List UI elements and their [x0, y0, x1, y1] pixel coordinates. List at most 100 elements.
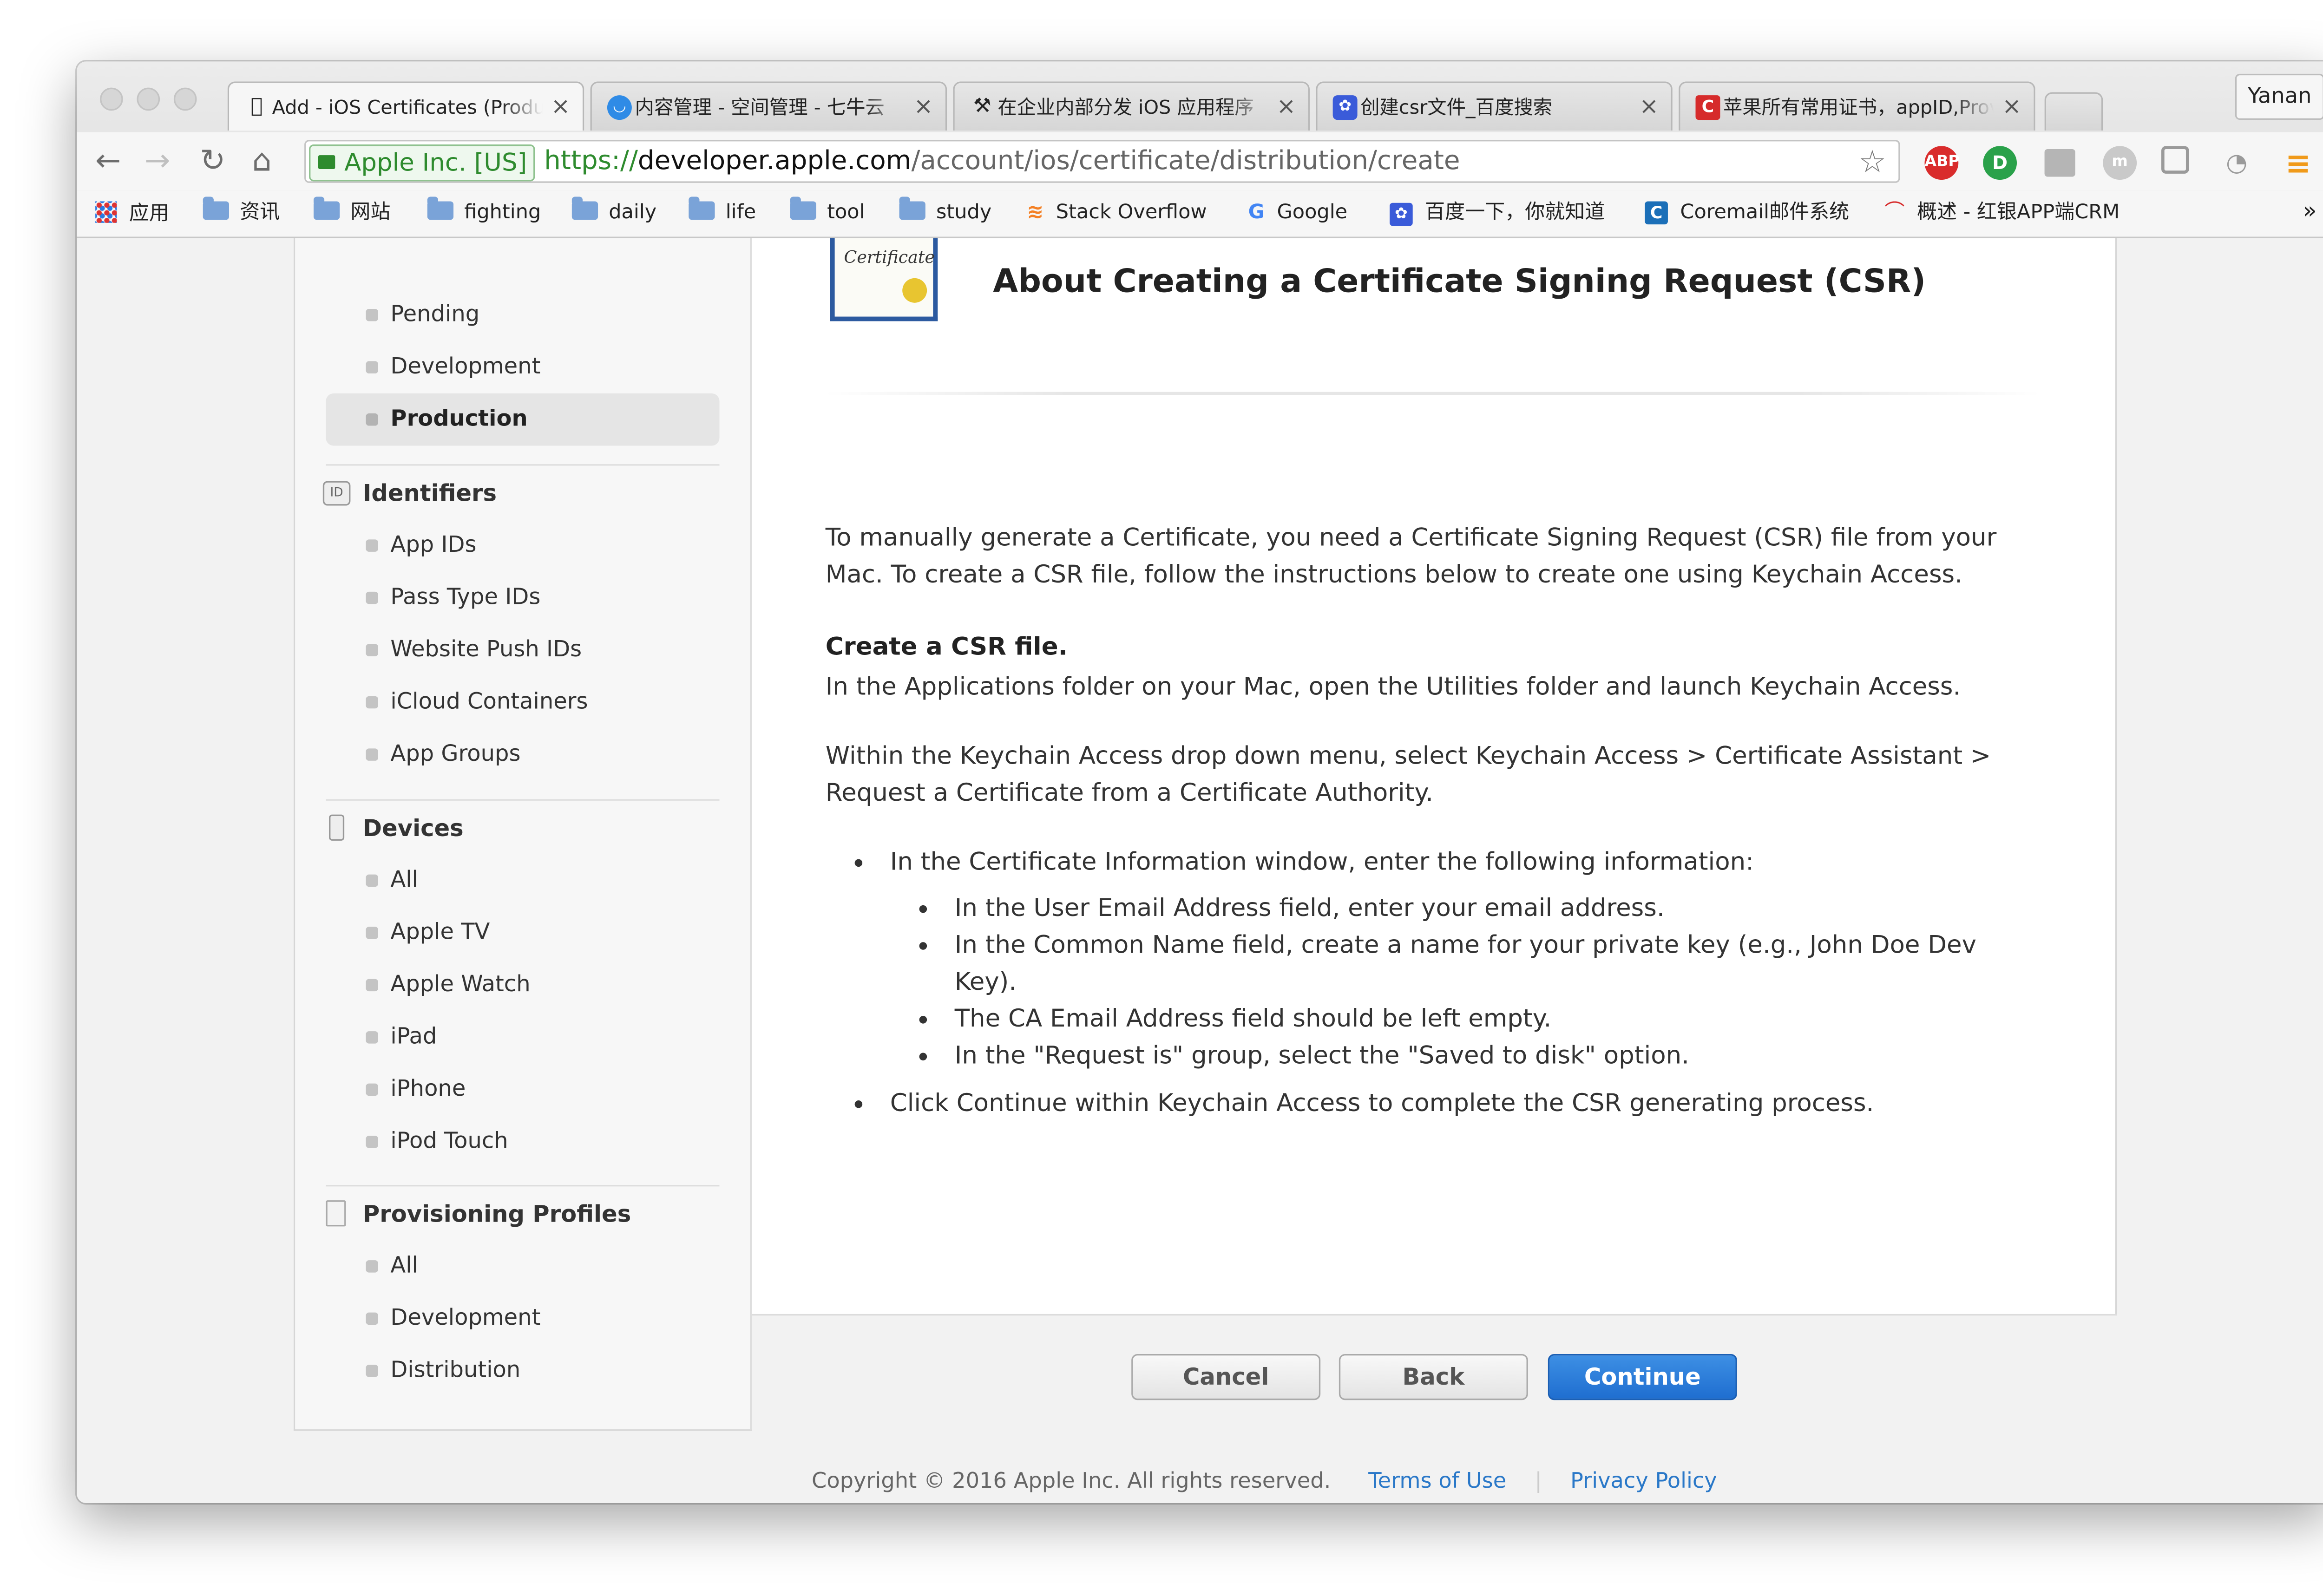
terms-of-use-link[interactable]: Terms of Use	[1368, 1469, 1506, 1494]
tab-title: 苹果所有常用证书，appID,Provisioning	[1723, 95, 1994, 118]
bullet-icon	[366, 1031, 378, 1044]
forward-arrow-icon[interactable]: →	[144, 144, 170, 175]
folder-icon	[427, 196, 454, 220]
section-title-devices: Devices	[362, 814, 464, 843]
bookmark-label: 网站	[350, 201, 391, 225]
browser-toolbar: ← → ↻ ⌂ Apple Inc. [US] https://develope…	[77, 132, 2323, 191]
sidebar-item-app-groups[interactable]: App Groups	[390, 741, 520, 769]
bookmark-folder-tool[interactable]: tool	[790, 196, 865, 226]
close-tab-icon[interactable]: ×	[2002, 94, 2021, 118]
bookmark-crm[interactable]: ⌒ 概述 - 红银APP端CRM	[1884, 201, 2155, 226]
sidebar-item-pass-type-ids[interactable]: Pass Type IDs	[390, 584, 540, 612]
bullet-icon	[366, 1365, 378, 1377]
extension-d-icon[interactable]: D	[1983, 146, 2017, 180]
device-phone-icon	[329, 814, 345, 841]
bookmark-folder-study[interactable]: study	[899, 196, 991, 226]
sidebar-item-app-ids[interactable]: App IDs	[390, 532, 476, 560]
folder-icon	[689, 196, 715, 220]
divider	[326, 464, 720, 466]
url-host: developer.apple.com	[637, 146, 912, 177]
back-arrow-icon[interactable]: ←	[95, 144, 121, 175]
back-button[interactable]: Back	[1339, 1354, 1528, 1400]
bookmark-folder-fighting[interactable]: fighting	[427, 196, 541, 226]
adblock-icon[interactable]: ABP	[1924, 146, 1960, 180]
bookmark-folder-life[interactable]: life	[689, 196, 756, 226]
apps-grid-icon	[95, 201, 117, 223]
secure-label: Apple Inc. [US]	[344, 147, 527, 177]
tab-csdn-certificates[interactable]: C 苹果所有常用证书，appID,Provisioning ×	[1679, 81, 2035, 131]
bookmark-label: 应用	[129, 203, 170, 226]
sidebar-item-website-push-ids[interactable]: Website Push IDs	[390, 636, 582, 664]
close-tab-icon[interactable]: ×	[1639, 94, 1659, 118]
zoom-window-button[interactable]	[173, 87, 197, 111]
create-csr-title: Create a CSR file.	[825, 631, 1068, 661]
close-tab-icon[interactable]: ×	[914, 94, 933, 118]
lock-icon	[318, 155, 335, 169]
bookmark-folder-news[interactable]: 资讯	[203, 196, 280, 226]
reader-icon[interactable]	[2044, 149, 2075, 177]
profile-button[interactable]: Yanan	[2235, 73, 2323, 120]
main-content: Certificate About Creating a Certificate…	[752, 238, 2117, 1314]
section-title-identifiers: Identifiers	[362, 479, 497, 507]
sidebar-item-production[interactable]: Production	[326, 393, 720, 446]
minimize-window-button[interactable]	[137, 87, 160, 111]
baidu-icon: ✿	[1390, 203, 1413, 226]
document-icon	[326, 1200, 346, 1227]
menu-icon[interactable]: ≡	[2281, 146, 2315, 180]
tab-ios-certificates[interactable]:  Add - iOS Certificates (Production) ×	[227, 81, 584, 131]
sidebar-item-ipad[interactable]: iPad	[390, 1024, 437, 1052]
bookmark-folder-sites[interactable]: 网站	[313, 196, 391, 226]
sidebar-item-profiles-distribution[interactable]: Distribution	[390, 1357, 520, 1385]
url-path: /account/ios/certificate/distribution/cr…	[911, 146, 1460, 177]
sidebar-item-devices-all[interactable]: All	[390, 867, 418, 895]
tab-baidu-search[interactable]: ✿ 创建csr文件_百度搜索 ×	[1316, 81, 1673, 131]
menu-instructions: Within the Keychain Access drop down men…	[825, 740, 1991, 807]
secure-badge[interactable]: Apple Inc. [US]	[309, 144, 535, 182]
section-title-provisioning-profiles: Provisioning Profiles	[362, 1200, 631, 1228]
footer: Copyright © 2016 Apple Inc. All rights r…	[812, 1468, 1717, 1496]
sidebar-item-ipod-touch[interactable]: iPod Touch	[390, 1128, 508, 1156]
bookmark-stackoverflow[interactable]: ≋ Stack Overflow	[1027, 201, 1207, 226]
calendar-icon[interactable]	[2161, 146, 2189, 174]
sidebar-item-pending[interactable]: Pending	[390, 301, 479, 329]
bookmarks-overflow-icon[interactable]: »	[2303, 198, 2316, 223]
cancel-button[interactable]: Cancel	[1131, 1354, 1321, 1400]
sidebar-item-iphone[interactable]: iPhone	[390, 1076, 466, 1104]
bookmarks-bar: 应用 资讯 网站 fighting daily life tool study …	[77, 190, 2323, 238]
bullet-icon	[366, 1136, 378, 1148]
sidebar-item-development[interactable]: Development	[390, 353, 540, 381]
bookmark-coremail[interactable]: C Coremail邮件系统	[1645, 201, 1849, 226]
bullet-icon	[366, 1083, 378, 1096]
seal-icon	[902, 278, 927, 303]
home-icon[interactable]: ⌂	[252, 144, 272, 175]
folder-icon	[790, 196, 816, 220]
crm-icon: ⌒	[1884, 201, 1905, 225]
tab-enterprise-distribution[interactable]: ⚒ 在企业内部分发 iOS 应用程序 ×	[953, 81, 1310, 131]
close-window-button[interactable]	[100, 87, 123, 111]
extension-m-icon[interactable]: m	[2103, 146, 2137, 180]
url-text[interactable]: https://developer.apple.com/account/ios/…	[544, 144, 1460, 178]
close-tab-icon[interactable]: ×	[1277, 94, 1296, 118]
bookmark-star-icon[interactable]: ☆	[1858, 143, 1886, 180]
browser-window:  Add - iOS Certificates (Production) × …	[77, 61, 2323, 1503]
new-tab-button[interactable]	[2044, 92, 2103, 131]
privacy-policy-link[interactable]: Privacy Policy	[1570, 1469, 1717, 1494]
close-tab-icon[interactable]: ×	[551, 94, 571, 118]
sidebar-item-apple-watch[interactable]: Apple Watch	[390, 971, 530, 999]
sidebar-item-profiles-all[interactable]: All	[390, 1253, 418, 1281]
divider	[825, 392, 2040, 395]
weibo-icon[interactable]: ◔	[2220, 146, 2254, 180]
tab-qiniu[interactable]: ◡ 内容管理 - 空间管理 - 七牛云 ×	[590, 81, 947, 131]
apple-icon: 	[244, 95, 269, 120]
bookmark-baidu[interactable]: ✿ 百度一下，你就知道	[1390, 201, 1605, 226]
reload-icon[interactable]: ↻	[200, 144, 225, 175]
bookmark-apps[interactable]: 应用	[95, 201, 169, 227]
sidebar-item-profiles-development[interactable]: Development	[390, 1305, 540, 1333]
bookmark-google[interactable]: G Google	[1248, 201, 1347, 226]
tab-title: 在企业内部分发 iOS 应用程序	[997, 95, 1254, 118]
bookmark-folder-daily[interactable]: daily	[571, 196, 656, 226]
address-bar[interactable]: Apple Inc. [US] https://developer.apple.…	[304, 140, 1900, 183]
sidebar-item-icloud-containers[interactable]: iCloud Containers	[390, 688, 588, 716]
continue-button[interactable]: Continue	[1548, 1354, 1737, 1400]
sidebar-item-apple-tv[interactable]: Apple TV	[390, 919, 490, 947]
